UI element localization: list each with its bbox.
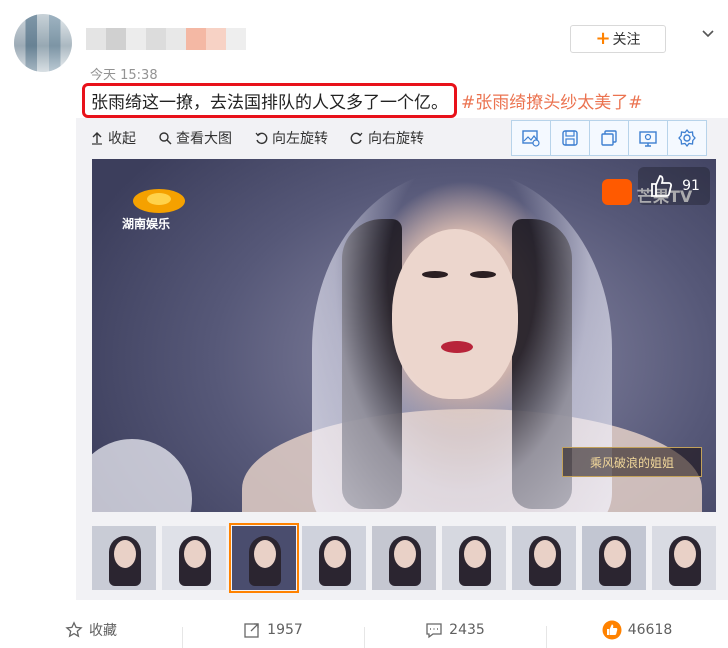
show-badge: 乘风破浪的姐姐 bbox=[562, 447, 702, 477]
image-toolbar: 收起 查看大图 向左旋转 向右旋转 bbox=[90, 124, 446, 152]
follow-button[interactable]: + 关注 bbox=[570, 25, 666, 53]
favorite-button[interactable]: 收藏 bbox=[0, 620, 182, 640]
rotate-right-icon bbox=[350, 132, 363, 145]
thumbnail[interactable] bbox=[92, 526, 156, 590]
photo-like-button[interactable]: 91 bbox=[638, 167, 710, 205]
repost-count: 1957 bbox=[267, 622, 303, 638]
photo-left-veil bbox=[92, 439, 192, 512]
thumbnail-face bbox=[394, 540, 416, 568]
thumbnail-face bbox=[604, 540, 626, 568]
rotate-right-button[interactable]: 向右旋转 bbox=[350, 128, 424, 148]
post-main-text: 张雨绮这一撩，去法国排队的人又多了一个亿。 bbox=[82, 82, 457, 118]
copy-icon bbox=[601, 130, 617, 146]
username-blurred[interactable] bbox=[86, 28, 246, 50]
plus-icon: + bbox=[595, 28, 611, 49]
collapse-button[interactable]: 收起 bbox=[90, 128, 136, 148]
view-large-label: 查看大图 bbox=[176, 131, 232, 147]
thumbnail-face bbox=[254, 540, 276, 568]
collapse-icon bbox=[92, 132, 102, 145]
comment-icon bbox=[426, 623, 442, 639]
like-button[interactable]: 46618 bbox=[546, 620, 728, 648]
comment-button[interactable]: 2435 bbox=[364, 621, 546, 648]
like-count: 46618 bbox=[627, 622, 673, 638]
mango-tv-logo bbox=[602, 179, 632, 205]
image-search-button[interactable] bbox=[511, 120, 551, 156]
copy-button[interactable] bbox=[589, 120, 629, 156]
thumbnail-face bbox=[464, 540, 486, 568]
like-icon bbox=[602, 620, 622, 640]
magnifier-icon bbox=[159, 132, 172, 145]
settings-icon bbox=[678, 128, 696, 148]
thumbnail-strip bbox=[92, 523, 722, 593]
thumbnail[interactable] bbox=[302, 526, 366, 590]
post-header: 今天 15:38 + 关注 张雨绮这一撩，去法国排队的人又多了一个亿。 #张雨绮… bbox=[0, 0, 728, 118]
thumbnail-face bbox=[184, 540, 206, 568]
favorite-label: 收藏 bbox=[89, 623, 117, 639]
image-tool-icons bbox=[511, 120, 707, 156]
star-icon bbox=[65, 621, 83, 638]
thumbnail[interactable] bbox=[582, 526, 646, 590]
thumbnail-face bbox=[324, 540, 346, 568]
rotate-right-label: 向右旋转 bbox=[368, 131, 424, 147]
save-button[interactable] bbox=[550, 120, 590, 156]
rotate-left-button[interactable]: 向左旋转 bbox=[254, 128, 328, 148]
follow-label: 关注 bbox=[612, 32, 641, 48]
rotate-left-label: 向左旋转 bbox=[272, 131, 328, 147]
image-search-icon bbox=[522, 130, 540, 147]
settings-button[interactable] bbox=[667, 120, 707, 156]
view-large-button[interactable]: 查看大图 bbox=[158, 128, 232, 148]
thumbnail[interactable] bbox=[162, 526, 226, 590]
thumbnail-face bbox=[114, 540, 136, 568]
thumbnail-face bbox=[534, 540, 556, 568]
repost-button[interactable]: 1957 bbox=[182, 621, 364, 648]
avatar[interactable] bbox=[14, 14, 72, 72]
post-footer: 收藏 1957 2435 46618 bbox=[0, 612, 728, 648]
photo-like-count: 91 bbox=[682, 178, 700, 194]
repost-icon bbox=[244, 623, 259, 638]
rotate-left-icon bbox=[255, 132, 268, 145]
comment-count: 2435 bbox=[449, 622, 485, 638]
thumbnail[interactable] bbox=[652, 526, 716, 590]
thumbnail-selected[interactable] bbox=[229, 523, 299, 593]
image-edit-icon bbox=[639, 131, 657, 147]
thumbnail[interactable] bbox=[372, 526, 436, 590]
hashtag-link[interactable]: #张雨绮撩头纱太美了# bbox=[461, 88, 643, 113]
thumbnail-face bbox=[674, 540, 696, 568]
collapse-label: 收起 bbox=[108, 131, 136, 147]
chevron-down-icon[interactable] bbox=[700, 26, 716, 42]
main-photo[interactable]: 湖南娱乐 芒果TV 91 乘风破浪的姐姐 bbox=[92, 159, 716, 512]
post-time[interactable]: 今天 15:38 bbox=[90, 64, 158, 83]
channel-logo-text: 湖南娱乐 bbox=[122, 217, 171, 231]
post-text: 张雨绮这一撩，去法国排队的人又多了一个亿。 #张雨绮撩头纱太美了# bbox=[82, 82, 643, 118]
thumbnail[interactable] bbox=[512, 526, 576, 590]
image-edit-button[interactable] bbox=[628, 120, 668, 156]
save-icon bbox=[562, 130, 578, 146]
thumbnail[interactable] bbox=[442, 526, 506, 590]
thumbs-up-icon bbox=[651, 175, 673, 197]
